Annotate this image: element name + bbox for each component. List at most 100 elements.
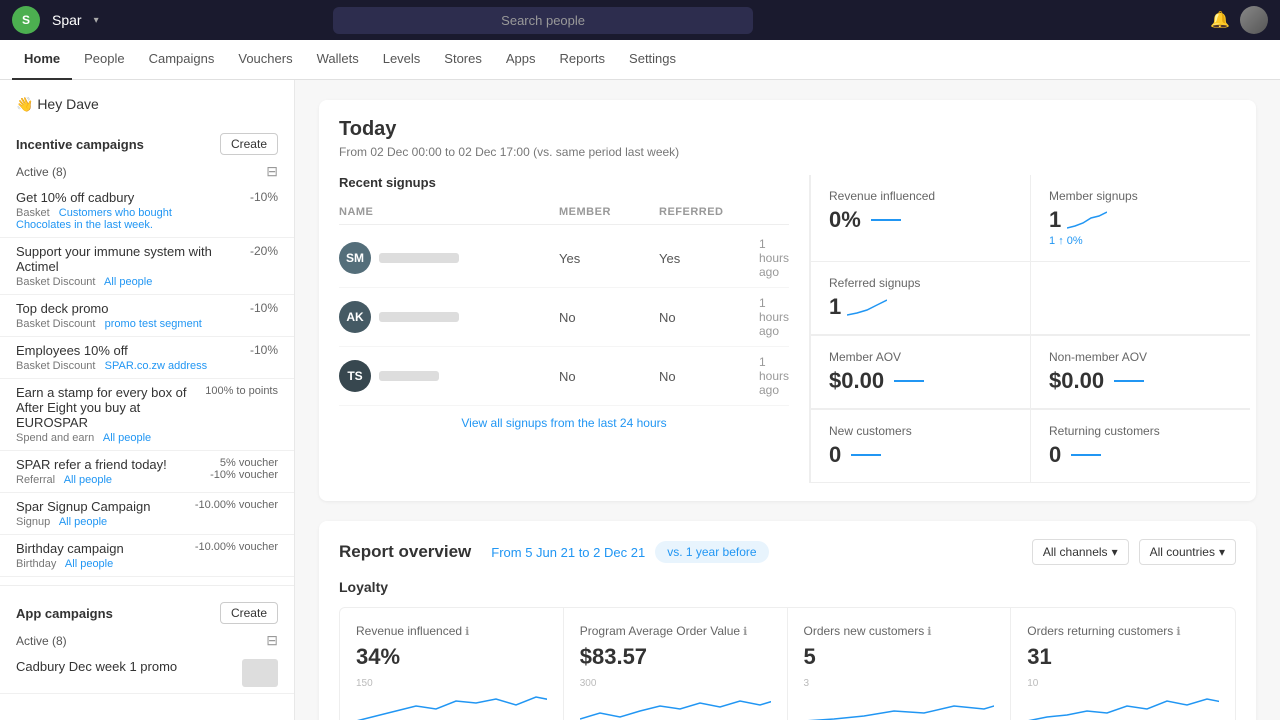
stat-line-icon [871,219,901,221]
nav-wallets[interactable]: Wallets [305,40,371,80]
campaign-link[interactable]: SPAR.co.zw address [105,360,208,372]
info-icon: ℹ [1176,625,1180,638]
stat-new-customers: New customers 0 [810,409,1030,483]
campaign-link[interactable]: All people [64,474,112,486]
topbar: S Spar ▾ 🔔 [0,0,1280,40]
notification-icon[interactable]: 🔔 [1210,10,1230,30]
campaign-link[interactable]: All people [65,558,113,570]
app-campaign-item: Cadbury Dec week 1 promo [0,653,294,694]
avatar: TS [339,360,371,392]
signup-name-blur [379,371,439,381]
loyalty-grid: Revenue influenced ℹ 34% 150 Program Ave… [339,607,1236,720]
campaign-link[interactable]: All people [104,276,152,288]
new-customers-chart: 3 [804,678,995,720]
sidebar: 👋 Hey Dave Incentive campaigns Create Ac… [0,80,295,720]
campaign-name: Birthday campaign [16,541,195,556]
channels-dropdown[interactable]: All channels ▾ [1032,539,1129,565]
info-icon: ℹ [927,625,931,638]
campaign-segment-link[interactable]: Chocolates in the last week. [16,219,153,231]
campaign-name: Support your immune system with Actimel [16,244,250,274]
signup-name-blur [379,253,459,263]
nav-home[interactable]: Home [12,40,72,80]
stat-revenue-influenced: Revenue influenced 0% [810,175,1030,262]
campaign-item: SPAR refer a friend today! Referral All … [0,451,294,493]
campaign-discount: 5% voucher-10% voucher [210,457,278,481]
brand-caret-icon[interactable]: ▾ [94,15,99,26]
campaign-discount: 100% to points [205,385,278,397]
nav-apps[interactable]: Apps [494,40,548,80]
campaign-item: Spar Signup Campaign Signup All people -… [0,493,294,535]
campaign-link[interactable]: All people [59,516,107,528]
campaign-name: SPAR refer a friend today! [16,457,210,472]
campaign-link[interactable]: Customers who bought [59,207,172,219]
campaign-link[interactable]: All people [103,432,151,444]
nav-campaigns[interactable]: Campaigns [137,40,227,80]
signup-referred: No [659,369,759,384]
signup-time: 1 hours ago [759,237,789,279]
signup-member: No [559,310,659,325]
loyalty-title: Loyalty [339,579,1236,595]
campaign-name: Spar Signup Campaign [16,499,195,514]
signup-name-blur [379,312,459,322]
stat-member-aov: Member AOV $0.00 [810,335,1030,409]
signups-table-header: NAME MEMBER REFERRED [339,200,789,225]
stat-returning-customers: Returning customers 0 [1030,409,1250,483]
app-create-button[interactable]: Create [220,602,278,624]
search-input[interactable] [333,7,753,34]
nav-levels[interactable]: Levels [371,40,433,80]
today-section: Today From 02 Dec 00:00 to 02 Dec 17:00 … [319,100,1256,501]
nav-vouchers[interactable]: Vouchers [226,40,304,80]
info-icon: ℹ [465,625,469,638]
date-range-button[interactable]: From 5 Jun 21 to 2 Dec 21 [491,545,645,560]
signup-member: Yes [559,251,659,266]
loyalty-card-returning: Orders returning customers ℹ 31 10 [1011,608,1235,720]
signups-panel: Recent signups NAME MEMBER REFERRED SM Y… [339,175,810,483]
aov-chart: 300 [580,678,771,720]
stat-member-signups: Member signups 1 1 ↑ 0% [1030,175,1250,262]
campaign-discount: -10% [250,190,278,204]
nav-reports[interactable]: Reports [548,40,618,80]
campaign-item: Employees 10% off Basket Discount SPAR.c… [0,337,294,379]
user-avatar[interactable] [1240,6,1268,34]
brand-name: Spar [52,12,82,28]
collapse-icon[interactable]: ⊟ [266,163,278,180]
search-bar[interactable] [333,7,753,34]
countries-dropdown[interactable]: All countries ▾ [1139,539,1236,565]
campaign-item: Get 10% off cadbury Basket Customers who… [0,184,294,238]
avatar: SM [339,242,371,274]
today-subtitle: From 02 Dec 00:00 to 02 Dec 17:00 (vs. s… [339,145,1236,159]
member-signups-chart [1067,208,1107,232]
signups-title: Recent signups [339,175,789,190]
incentive-create-button[interactable]: Create [220,133,278,155]
stat-line-icon [1114,380,1144,382]
campaign-name: Top deck promo [16,301,250,316]
campaign-name: Get 10% off cadbury [16,190,250,205]
main-content: Today From 02 Dec 00:00 to 02 Dec 17:00 … [295,80,1280,720]
report-header: Report overview From 5 Jun 21 to 2 Dec 2… [339,539,1236,565]
campaign-link[interactable]: promo test segment [105,318,202,330]
today-grid: Recent signups NAME MEMBER REFERRED SM Y… [339,175,1236,483]
incentive-active-label: Active (8) ⊟ [0,159,294,184]
signup-row: SM Yes Yes 1 hours ago [339,229,789,288]
signup-time: 1 hours ago [759,296,789,338]
revenue-chart: 150 [356,678,547,720]
view-all-signups[interactable]: View all signups from the last 24 hours [339,406,789,434]
report-section: Report overview From 5 Jun 21 to 2 Dec 2… [319,521,1256,720]
referred-signups-chart [847,295,887,319]
nav-people[interactable]: People [72,40,136,80]
nav-stores[interactable]: Stores [432,40,494,80]
campaign-discount: -10.00% voucher [195,499,278,511]
app-logo[interactable]: S [12,6,40,34]
info-icon: ℹ [743,625,747,638]
signup-referred: No [659,310,759,325]
nav-settings[interactable]: Settings [617,40,688,80]
topbar-right: 🔔 [1210,6,1268,34]
stat-referred-signups: Referred signups 1 [810,262,1030,335]
campaign-item: Top deck promo Basket Discount promo tes… [0,295,294,337]
stat-line-icon [1071,454,1101,456]
campaign-discount: -10.00% voucher [195,541,278,553]
campaign-name: Cadbury Dec week 1 promo [16,659,242,674]
app-collapse-icon[interactable]: ⊟ [266,632,278,649]
campaign-name: Earn a stamp for every box of After Eigh… [16,385,205,430]
vs-year-button[interactable]: vs. 1 year before [655,541,768,563]
